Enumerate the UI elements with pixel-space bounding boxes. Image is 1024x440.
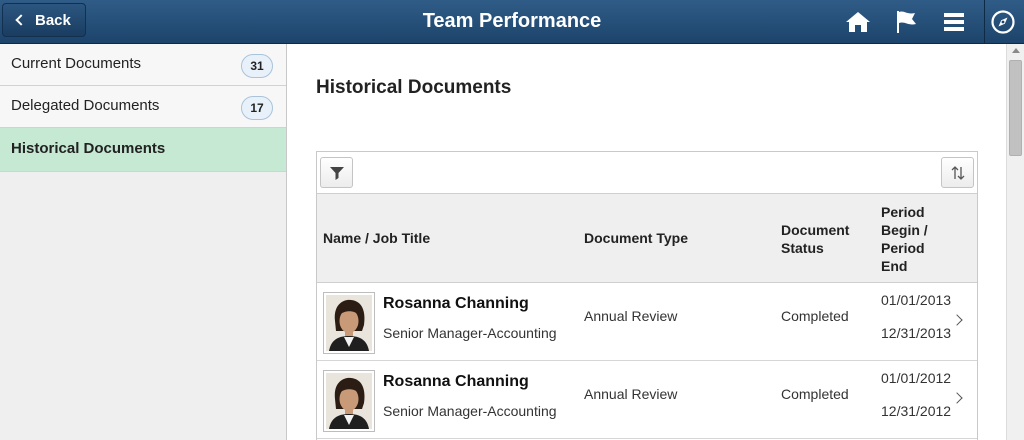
grid-header: Name / Job Title Document Type Document … (317, 194, 977, 283)
table-row[interactable]: Rosanna Channing Senior Manager-Accounti… (317, 283, 977, 361)
period-end: 12/31/2013 (881, 325, 952, 341)
grid-toolbar (317, 152, 977, 194)
employee-name: Rosanna Channing (383, 373, 529, 390)
employee-job-title: Senior Manager-Accounting (383, 325, 557, 341)
avatar (323, 292, 375, 354)
chevron-left-icon (15, 14, 27, 26)
app-header: Back Team Performance (0, 0, 1024, 44)
column-header-text: Period (881, 240, 925, 256)
column-header-text: Period (881, 204, 925, 220)
document-status: Completed (781, 386, 849, 402)
flag-icon[interactable] (889, 6, 923, 38)
page-title: Historical Documents (316, 77, 512, 98)
column-header-period[interactable]: Period Begin / Period End (881, 203, 928, 275)
vertical-scrollbar[interactable] (1006, 44, 1024, 440)
employee-name: Rosanna Channing (383, 295, 529, 312)
home-icon[interactable] (841, 6, 875, 38)
filter-icon (329, 166, 344, 180)
nav-item-delegated-documents[interactable]: Delegated Documents 17 (0, 86, 286, 128)
compass-icon[interactable] (986, 6, 1020, 38)
menu-icon[interactable] (937, 6, 971, 38)
nav-item-label: Historical Documents (11, 140, 166, 157)
column-header-name[interactable]: Name / Job Title (323, 230, 430, 246)
scroll-up-arrow-icon[interactable] (1012, 48, 1020, 53)
left-navigation: Current Documents 31 Delegated Documents… (0, 44, 287, 440)
chevron-right-icon[interactable] (951, 314, 963, 326)
main-content: Historical Documents Name / Job Title Do… (288, 44, 1006, 440)
nav-item-label: Current Documents (11, 55, 142, 72)
document-type: Annual Review (584, 308, 678, 324)
column-header-text: Status (781, 240, 824, 256)
avatar (323, 370, 375, 432)
period-begin: 01/01/2013 (881, 292, 952, 308)
back-button-label: Back (35, 11, 71, 29)
filter-button[interactable] (320, 157, 353, 188)
nav-item-label: Delegated Documents (11, 97, 160, 114)
column-header-text: End (881, 258, 908, 274)
sort-button[interactable] (941, 157, 974, 188)
column-header-document-status[interactable]: Document Status (781, 221, 849, 257)
table-row[interactable]: Rosanna Channing Senior Manager-Accounti… (317, 361, 977, 439)
count-badge: 31 (241, 54, 273, 78)
nav-item-historical-documents[interactable]: Historical Documents (0, 128, 286, 172)
column-header-text: Document (781, 222, 850, 238)
count-badge: 17 (241, 96, 273, 120)
documents-grid: Name / Job Title Document Type Document … (316, 151, 978, 440)
document-status: Completed (781, 308, 849, 324)
header-divider (984, 0, 985, 44)
employee-job-title: Senior Manager-Accounting (383, 403, 557, 419)
chevron-right-icon[interactable] (951, 392, 963, 404)
nav-item-current-documents[interactable]: Current Documents 31 (0, 44, 286, 86)
period-begin: 01/01/2012 (881, 370, 952, 386)
back-button[interactable]: Back (2, 3, 86, 37)
sort-icon (951, 165, 964, 180)
period-end: 12/31/2012 (881, 403, 952, 419)
scrollbar-thumb[interactable] (1009, 60, 1022, 156)
column-header-text: Begin / (881, 222, 928, 238)
document-type: Annual Review (584, 386, 678, 402)
column-header-document-type[interactable]: Document Type (584, 230, 688, 246)
